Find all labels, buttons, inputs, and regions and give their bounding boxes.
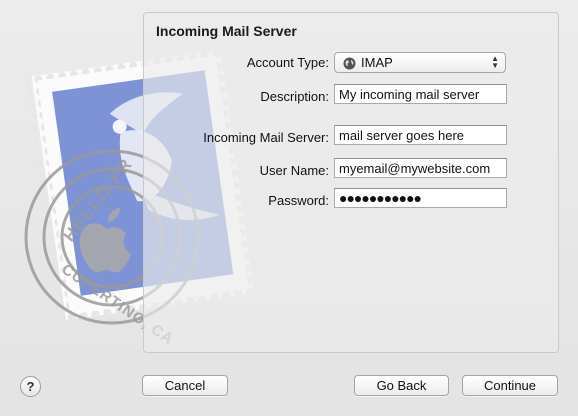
incoming-server-field[interactable]: mail server goes here — [334, 125, 507, 145]
postmark-text-top: HELLO FR — [59, 154, 137, 246]
password-label: Password: — [268, 193, 329, 208]
incoming-mail-server-panel: Incoming Mail Server Account Type: IMAP … — [143, 12, 559, 353]
help-button[interactable]: ? — [20, 376, 41, 397]
cancel-button[interactable]: Cancel — [142, 375, 228, 396]
incoming-server-label: Incoming Mail Server: — [203, 130, 329, 145]
description-field[interactable]: My incoming mail server — [334, 84, 507, 104]
globe-icon — [343, 56, 356, 75]
panel-title: Incoming Mail Server — [156, 23, 297, 39]
account-type-value: IMAP — [361, 55, 393, 70]
account-type-select[interactable]: IMAP ▲ ▼ — [334, 52, 506, 73]
select-arrows-icon: ▲ ▼ — [491, 54, 499, 70]
go-back-button[interactable]: Go Back — [354, 375, 449, 396]
password-field[interactable]: ●●●●●●●●●●● — [334, 188, 507, 208]
user-name-label: User Name: — [259, 163, 329, 178]
description-label: Description: — [260, 89, 329, 104]
continue-button[interactable]: Continue — [462, 375, 558, 396]
account-type-label: Account Type: — [246, 55, 329, 70]
user-name-field[interactable]: myemail@mywebsite.com — [334, 158, 507, 178]
